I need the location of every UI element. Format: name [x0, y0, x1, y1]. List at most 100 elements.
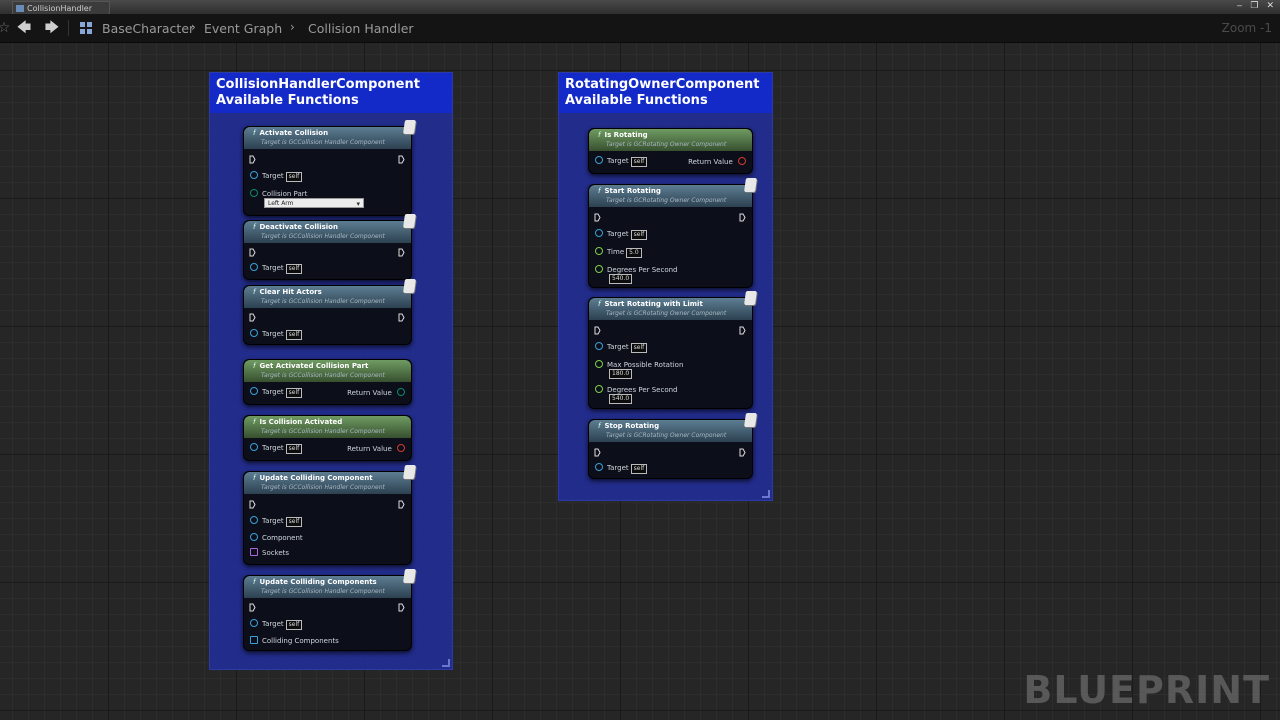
target-pin[interactable]: Target self: [250, 619, 303, 630]
node-update-colliding-component[interactable]: Update Colliding Component Target is GCC…: [243, 465, 416, 565]
collision-part-dropdown[interactable]: Left Arm: [264, 198, 364, 209]
target-pin[interactable]: Target self: [250, 263, 303, 274]
node-stop-rotating[interactable]: Stop Rotating Target is GCRotating Owner…: [588, 413, 757, 479]
comment-box-rotating-owner[interactable]: RotatingOwnerComponent Available Functio…: [558, 72, 773, 501]
resize-handle[interactable]: [442, 659, 450, 667]
node-header[interactable]: Update Colliding Component Target is GCC…: [244, 472, 411, 494]
return-value-pin[interactable]: Return Value: [347, 444, 405, 453]
exec-out-pin[interactable]: [739, 448, 746, 457]
node-header[interactable]: Clear Hit Actors Target is GCCollision H…: [244, 286, 411, 308]
return-value-pin[interactable]: Return Value: [688, 157, 746, 166]
node-header[interactable]: Is Collision Activated Target is GCColli…: [244, 416, 411, 438]
object-pin-icon: [595, 342, 603, 350]
minimize-button[interactable]: ‒: [1237, 1, 1243, 11]
exec-out-pin[interactable]: [739, 213, 746, 222]
exec-out-pin[interactable]: [398, 500, 405, 509]
node-title: Start Rotating: [598, 187, 660, 195]
exec-out-pin[interactable]: [398, 248, 405, 257]
node-title: Clear Hit Actors: [253, 288, 321, 296]
breadcrumb-basecharacter[interactable]: BaseCharacter: [102, 21, 194, 36]
node-update-colliding-components[interactable]: Update Colliding Components Target is GC…: [243, 569, 416, 651]
max-rotation-value[interactable]: 180.0: [609, 369, 633, 379]
comment-header[interactable]: RotatingOwnerComponent Available Functio…: [559, 73, 772, 113]
target-pin[interactable]: Target self: [250, 171, 303, 182]
exec-out-pin[interactable]: [398, 155, 405, 164]
degrees-per-second-pin[interactable]: Degrees Per Second: [595, 265, 678, 274]
target-pin[interactable]: Target self: [595, 156, 648, 167]
target-pin[interactable]: Target self: [250, 516, 303, 527]
latent-function-icon: [403, 465, 416, 479]
node-is-collision-activated[interactable]: Is Collision Activated Target is GCColli…: [243, 415, 412, 461]
exec-in-pin[interactable]: [594, 448, 601, 457]
breadcrumb-event-graph[interactable]: Event Graph: [204, 21, 282, 36]
node-header[interactable]: Activate Collision Target is GCCollision…: [244, 127, 411, 149]
array-pin-icon: [250, 636, 258, 644]
node-get-activated-collision-part[interactable]: Get Activated Collision Part Target is G…: [243, 359, 412, 405]
exec-in-pin[interactable]: [249, 603, 256, 612]
node-header[interactable]: Is Rotating Target is GCRotating Owner C…: [589, 129, 752, 151]
exec-out-pin[interactable]: [398, 603, 405, 612]
degrees-value[interactable]: 540.0: [609, 394, 633, 404]
object-pin-icon: [250, 329, 258, 337]
exec-in-pin[interactable]: [249, 155, 256, 164]
max-possible-rotation-field[interactable]: 180.0: [607, 369, 633, 379]
exec-out-pin[interactable]: [739, 326, 746, 335]
degrees-per-second-field[interactable]: 540.0: [607, 274, 633, 284]
node-header[interactable]: Stop Rotating Target is GCRotating Owner…: [589, 420, 752, 442]
degrees-per-second-field[interactable]: 540.0: [607, 394, 633, 404]
target-pin[interactable]: Target self: [250, 329, 303, 340]
sockets-pin[interactable]: Sockets: [250, 548, 289, 557]
node-header[interactable]: Deactivate Collision Target is GCCollisi…: [244, 221, 411, 243]
forward-arrow-icon[interactable]: 🡆: [44, 20, 60, 36]
node-header[interactable]: Update Colliding Components Target is GC…: [244, 576, 411, 598]
max-possible-rotation-pin[interactable]: Max Possible Rotation: [595, 360, 683, 369]
node-header[interactable]: Start Rotating Target is GCRotating Owne…: [589, 185, 752, 207]
target-pin[interactable]: Target self: [250, 387, 303, 398]
exec-in-pin[interactable]: [249, 313, 256, 322]
back-arrow-icon[interactable]: 🡄: [16, 20, 32, 36]
blueprint-icon: [16, 5, 24, 12]
target-pin[interactable]: Target self: [595, 229, 648, 240]
resize-handle[interactable]: [762, 490, 770, 498]
comment-title: CollisionHandlerComponent: [216, 77, 420, 92]
node-subtitle: Target is GCCollision Handler Component: [261, 298, 385, 305]
node-activate-collision[interactable]: Activate Collision Target is GCCollision…: [243, 120, 416, 216]
exec-in-pin[interactable]: [594, 213, 601, 222]
degrees-value[interactable]: 540.0: [609, 274, 633, 284]
exec-out-pin[interactable]: [398, 313, 405, 322]
maximize-button[interactable]: ❐: [1250, 1, 1258, 11]
target-pin[interactable]: Target self: [595, 463, 648, 474]
node-clear-hit-actors[interactable]: Clear Hit Actors Target is GCCollision H…: [243, 279, 416, 345]
return-value-pin[interactable]: Return Value: [347, 388, 405, 397]
float-pin-icon: [595, 360, 603, 368]
node-header[interactable]: Start Rotating with Limit Target is GCRo…: [589, 298, 752, 320]
target-pin[interactable]: Target self: [250, 443, 303, 454]
node-header[interactable]: Get Activated Collision Part Target is G…: [244, 360, 411, 382]
exec-in-pin[interactable]: [594, 326, 601, 335]
time-pin[interactable]: Time 5.0: [595, 247, 642, 258]
time-value[interactable]: 5.0: [626, 248, 642, 258]
exec-in-pin[interactable]: [249, 248, 256, 257]
colliding-components-pin[interactable]: Colliding Components: [250, 636, 339, 645]
collision-part-pin[interactable]: Collision Part: [250, 189, 307, 198]
document-tab[interactable]: CollisionHandler: [12, 1, 110, 14]
comment-box-collision-handler[interactable]: CollisionHandlerComponent Available Func…: [209, 72, 453, 670]
node-is-rotating[interactable]: Is Rotating Target is GCRotating Owner C…: [588, 128, 753, 174]
self-value: self: [285, 620, 303, 630]
comment-header[interactable]: CollisionHandlerComponent Available Func…: [210, 73, 452, 113]
object-pin-icon: [250, 263, 258, 271]
self-value: self: [285, 517, 303, 527]
target-pin[interactable]: Target self: [595, 342, 648, 353]
float-pin-icon: [595, 265, 603, 273]
document-tab-label: CollisionHandler: [27, 4, 93, 13]
node-subtitle: Target is GCRotating Owner Component: [606, 197, 727, 204]
star-icon[interactable]: ☆: [0, 20, 12, 36]
degrees-per-second-pin[interactable]: Degrees Per Second: [595, 385, 678, 394]
node-deactivate-collision[interactable]: Deactivate Collision Target is GCCollisi…: [243, 214, 416, 280]
node-start-rotating-with-limit[interactable]: Start Rotating with Limit Target is GCRo…: [588, 291, 757, 409]
breadcrumb-collision-handler[interactable]: Collision Handler: [308, 21, 414, 36]
node-start-rotating[interactable]: Start Rotating Target is GCRotating Owne…: [588, 178, 757, 288]
exec-in-pin[interactable]: [249, 500, 256, 509]
component-pin[interactable]: Component: [250, 533, 303, 542]
close-button[interactable]: ✕: [1266, 1, 1274, 11]
